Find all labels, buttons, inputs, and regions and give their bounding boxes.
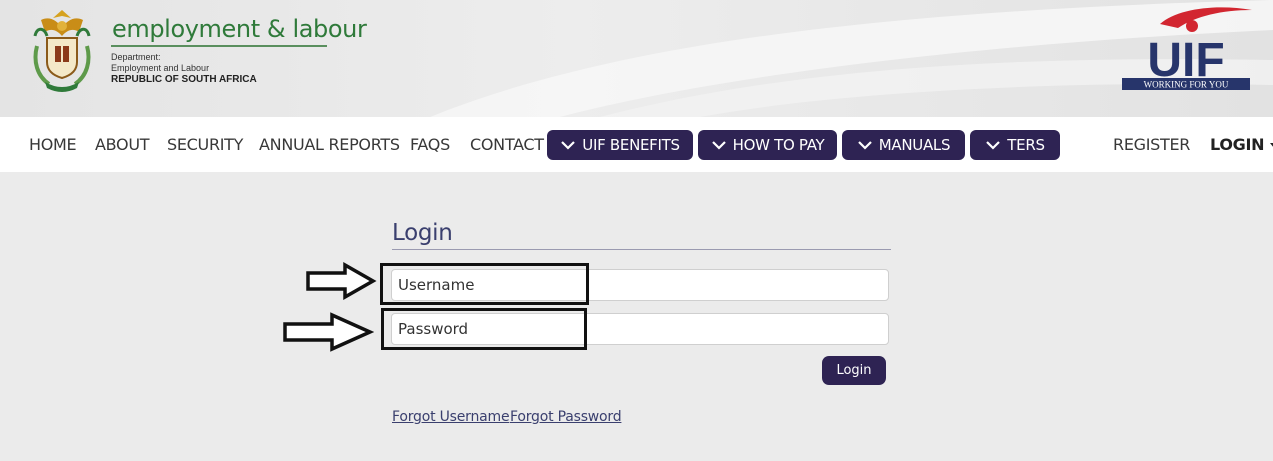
password-input[interactable] <box>391 313 889 345</box>
forgot-username-link[interactable]: Forgot Username <box>392 409 510 425</box>
nav-dropdown-manuals[interactable]: MANUALS <box>842 130 965 160</box>
username-input[interactable] <box>391 269 889 301</box>
nav-dropdown-label: MANUALS <box>878 136 951 154</box>
nav-annual-reports[interactable]: ANNUAL REPORTS <box>259 135 400 154</box>
login-heading: Login <box>392 220 453 246</box>
login-heading-divider <box>392 249 891 250</box>
nav-register[interactable]: REGISTER <box>1113 135 1190 154</box>
nav-security[interactable]: SECURITY <box>167 135 243 154</box>
nav-about[interactable]: ABOUT <box>95 135 150 154</box>
chevron-down-icon <box>561 141 576 150</box>
forgot-password-link[interactable]: Forgot Password <box>510 409 622 425</box>
main-navigation: HOME ABOUT SECURITY ANNUAL REPORTS FAQS … <box>0 117 1273 172</box>
uif-logo: UIF WORKING FOR YOU <box>1122 7 1252 90</box>
nav-dropdown-label: HOW TO PAY <box>732 136 825 154</box>
department-label: Department: <box>111 52 161 62</box>
chevron-down-icon <box>986 141 1001 150</box>
department-divider <box>111 45 327 47</box>
nav-login-label: LOGIN <box>1210 135 1265 154</box>
nav-login-dropdown[interactable]: LOGIN <box>1210 135 1273 154</box>
nav-dropdown-ters[interactable]: TERS <box>970 130 1060 160</box>
nav-home[interactable]: HOME <box>29 135 77 154</box>
header-banner: employment & labour Department: Employme… <box>0 0 1273 117</box>
department-subtitle: Employment and Labour <box>111 63 210 73</box>
coat-of-arms-icon <box>33 10 91 92</box>
department-name: employment & labour <box>112 15 367 43</box>
uif-tagline: WORKING FOR YOU <box>1144 80 1229 90</box>
nav-dropdown-uif-benefits[interactable]: UIF BENEFITS <box>547 130 693 160</box>
chevron-down-icon <box>711 141 726 150</box>
chevron-down-icon <box>857 141 872 150</box>
nav-faqs[interactable]: FAQS <box>410 135 450 154</box>
nav-dropdown-label: UIF BENEFITS <box>582 136 680 154</box>
arrow-right-icon <box>283 312 374 352</box>
nav-dropdown-how-to-pay[interactable]: HOW TO PAY <box>698 130 837 160</box>
country-name: REPUBLIC OF SOUTH AFRICA <box>111 74 257 85</box>
arrow-right-icon <box>306 262 377 300</box>
login-button[interactable]: Login <box>822 356 886 385</box>
nav-contact[interactable]: CONTACT <box>470 135 544 154</box>
nav-dropdown-label: TERS <box>1007 136 1045 154</box>
